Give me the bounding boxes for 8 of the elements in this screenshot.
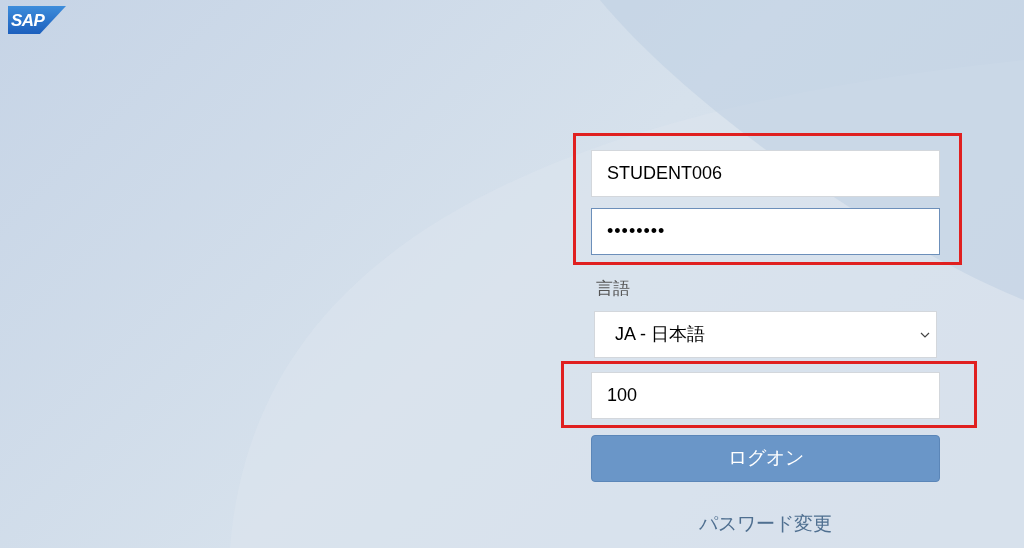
chevron-down-icon: [920, 331, 930, 338]
input-field[interactable]: 100: [591, 372, 940, 419]
sap-logo: SAP: [8, 6, 66, 34]
input-field[interactable]: STUDENT006: [591, 150, 940, 197]
language-select[interactable]: JA - 日本語: [594, 311, 937, 358]
change-password-link[interactable]: パスワード変更: [699, 510, 832, 539]
password-field[interactable]: ••••••••: [591, 208, 940, 255]
field-label: 言語: [595, 279, 630, 299]
